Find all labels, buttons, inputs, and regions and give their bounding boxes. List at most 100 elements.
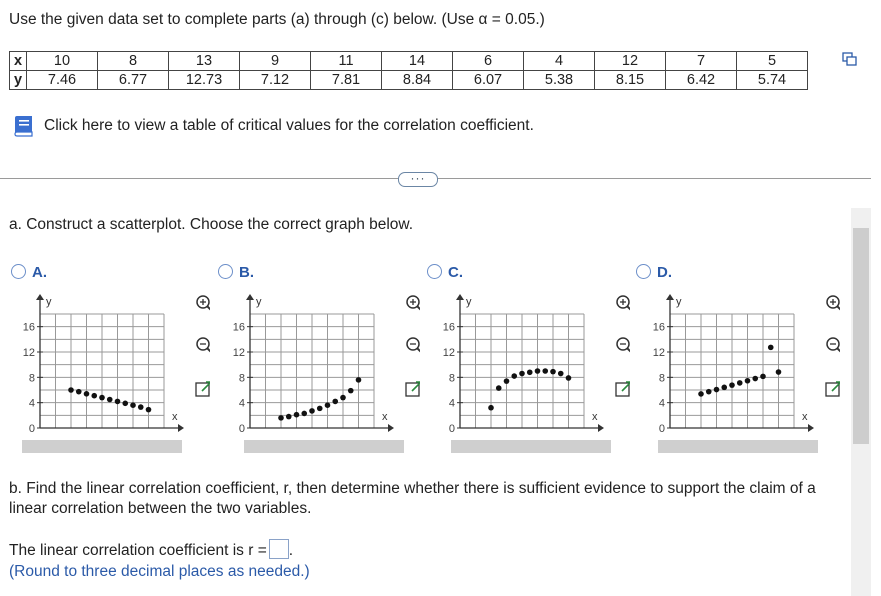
- table-cell: 8: [97, 51, 169, 71]
- scrollbar-a[interactable]: [4, 438, 204, 455]
- data-point: [729, 382, 735, 388]
- page-scrollbar[interactable]: [851, 208, 871, 596]
- table-cell: 5: [736, 51, 808, 71]
- table-cell: 12: [594, 51, 666, 71]
- table-row-x: x 10 8 13 9 11 14 6 4 12 7 5: [9, 51, 808, 71]
- radio-c[interactable]: [427, 264, 442, 279]
- y-tick-label: 0: [29, 423, 35, 435]
- copy-data-icon[interactable]: [842, 52, 858, 66]
- data-point: [721, 384, 728, 391]
- data-point: [347, 387, 354, 394]
- r-prefix: The linear correlation coefficient is r …: [9, 542, 267, 559]
- zoom-out-icon[interactable]: [406, 337, 420, 353]
- scrollbar-c[interactable]: [433, 438, 633, 455]
- table-cell: 6.42: [665, 70, 737, 90]
- data-point: [99, 394, 105, 401]
- table-cell: 8.84: [381, 70, 453, 90]
- table-cell: 7: [665, 51, 737, 71]
- data-point: [332, 398, 339, 405]
- scatterplot-d: y x 16 12 8 4 0: [653, 294, 840, 435]
- option-b[interactable]: B.: [218, 264, 254, 281]
- data-point: [767, 344, 774, 351]
- option-d[interactable]: D.: [636, 264, 672, 281]
- data-point: [565, 375, 572, 381]
- y-tick-label: 8: [659, 372, 665, 384]
- data-point: [698, 391, 704, 397]
- table-cell: 6.77: [97, 70, 169, 90]
- data-table: x 10 8 13 9 11 14 6 4 12 7 5 y 7.46 6.77…: [9, 51, 808, 90]
- radio-b[interactable]: [218, 264, 233, 279]
- popout-icon[interactable]: [615, 381, 630, 397]
- y-axis-label: y: [676, 296, 682, 308]
- y-tick-label: 0: [239, 423, 245, 435]
- table-cell: 7.12: [239, 70, 311, 90]
- data-point: [744, 377, 751, 384]
- data-point: [75, 388, 82, 395]
- data-point: [503, 378, 510, 384]
- expand-button[interactable]: ···: [398, 172, 438, 187]
- option-d-label: D.: [657, 264, 672, 281]
- r-suffix: .: [288, 542, 294, 559]
- x-axis-label: x: [802, 411, 808, 423]
- popout-icon[interactable]: [405, 381, 420, 397]
- data-point: [713, 386, 720, 393]
- data-point: [324, 402, 331, 408]
- zoom-out-icon[interactable]: [196, 337, 210, 353]
- data-point: [278, 415, 284, 421]
- data-point: [316, 405, 323, 412]
- table-cell: 14: [381, 51, 453, 71]
- scatterplot-a: y x 16 12 8 4 0: [23, 294, 210, 435]
- data-point: [488, 404, 494, 411]
- scroll-thumb[interactable]: [853, 228, 869, 444]
- zoom-in-icon[interactable]: [826, 295, 840, 311]
- rounding-note: (Round to three decimal places as needed…: [9, 563, 310, 580]
- data-point: [285, 413, 292, 420]
- scatterplot-c: y x 16 12 8 4 0: [443, 294, 630, 435]
- data-point: [340, 394, 346, 401]
- data-point: [526, 369, 533, 376]
- y-tick-label: 4: [29, 398, 35, 410]
- table-cell: 6: [452, 51, 524, 71]
- data-point: [293, 411, 300, 418]
- radio-d[interactable]: [636, 264, 651, 279]
- option-a[interactable]: A.: [11, 264, 47, 281]
- x-axis-label: x: [592, 411, 598, 423]
- zoom-out-icon[interactable]: [616, 337, 630, 353]
- popout-icon[interactable]: [825, 381, 840, 397]
- zoom-in-icon[interactable]: [616, 295, 630, 311]
- data-point: [705, 388, 712, 395]
- table-cell: 5.38: [523, 70, 595, 90]
- zoom-out-icon[interactable]: [826, 337, 840, 353]
- data-point: [550, 368, 556, 375]
- r-answer-line: The linear correlation coefficient is r …: [9, 539, 293, 560]
- y-tick-label: 16: [443, 322, 455, 334]
- data-point: [355, 377, 362, 383]
- scrollbar-d[interactable]: [640, 438, 840, 455]
- table-cell: 12.73: [168, 70, 240, 90]
- table-cell: 13: [168, 51, 240, 71]
- part-b-prompt: b. Find the linear correlation coefficie…: [9, 480, 816, 517]
- popout-icon[interactable]: [195, 381, 210, 397]
- data-point: [495, 385, 502, 391]
- data-point: [736, 380, 743, 386]
- x-axis-label: x: [172, 411, 178, 423]
- data-point: [557, 370, 564, 377]
- radio-a[interactable]: [11, 264, 26, 279]
- critical-values-link[interactable]: Click here to view a table of critical v…: [44, 117, 534, 135]
- option-c[interactable]: C.: [427, 264, 463, 281]
- zoom-in-icon[interactable]: [406, 295, 420, 311]
- data-point: [542, 368, 549, 374]
- y-tick-label: 8: [449, 372, 455, 384]
- table-cell: 11: [310, 51, 382, 71]
- part-a-prompt: a. Construct a scatterplot. Choose the c…: [9, 216, 414, 233]
- data-point: [122, 400, 129, 407]
- scrollbar-b[interactable]: [226, 438, 426, 455]
- r-answer-input[interactable]: [268, 539, 289, 559]
- zoom-in-icon[interactable]: [196, 295, 210, 311]
- y-tick-label: 16: [653, 322, 665, 334]
- data-point: [145, 406, 152, 413]
- book-icon[interactable]: [11, 115, 35, 137]
- data-point: [775, 369, 782, 375]
- table-cell: 9: [239, 51, 311, 71]
- y-axis-label: y: [466, 296, 472, 308]
